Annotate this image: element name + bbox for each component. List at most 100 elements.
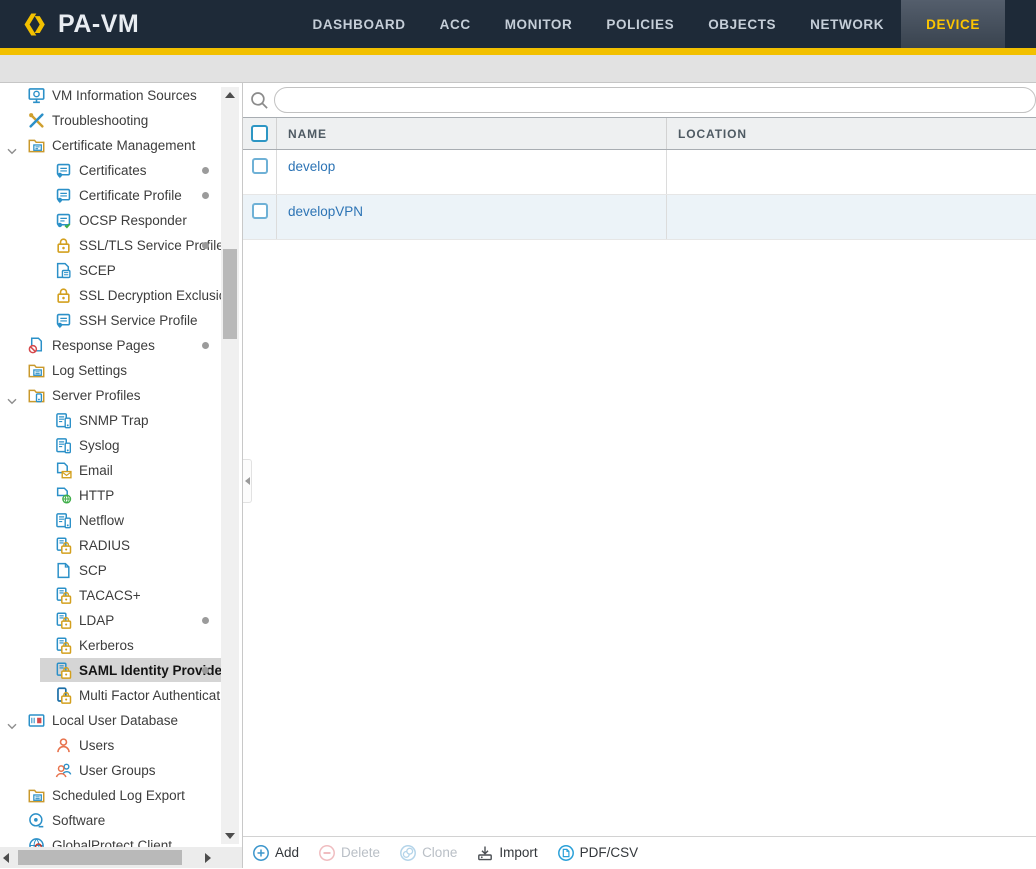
sidebar-item-email[interactable]: Email	[0, 458, 226, 483]
import-button[interactable]: Import	[476, 844, 537, 862]
scroll-down-arrow-icon[interactable]	[225, 833, 235, 839]
status-dot	[202, 192, 209, 199]
sidebar-item-http[interactable]: HTTP	[0, 483, 226, 508]
delete-button[interactable]: Delete	[318, 844, 380, 862]
sidebar-vertical-scrollbar[interactable]	[221, 87, 239, 844]
sidebar-item-label: Software	[52, 813, 105, 828]
vertical-scrollbar-thumb[interactable]	[223, 249, 237, 339]
table-header: NAME LOCATION	[243, 117, 1036, 150]
sidebar-item-netflow[interactable]: Netflow	[0, 508, 226, 533]
sidebar-item-snmp-trap[interactable]: SNMP Trap	[0, 408, 226, 433]
certificate-icon	[55, 162, 72, 179]
sidebar-item-certificates[interactable]: Certificates	[0, 158, 226, 183]
sidebar-item-ssl-decryption-exclusion[interactable]: SSL Decryption Exclusion	[0, 283, 226, 308]
server-page-icon	[55, 412, 72, 429]
sidebar-item-local-user-database[interactable]: Local User Database	[0, 708, 226, 733]
sidebar-item-ssh-service-profile[interactable]: SSH Service Profile	[0, 308, 226, 333]
profile-name-link[interactable]: developVPN	[288, 204, 363, 219]
row-name-cell: develop	[277, 150, 667, 194]
column-header-location: LOCATION	[678, 127, 747, 141]
sidebar-item-globalprotect-client[interactable]: GlobalProtect Client	[0, 833, 226, 847]
clone-button[interactable]: Clone	[399, 844, 457, 862]
chevron-down-icon[interactable]	[7, 392, 17, 410]
profile-name-link[interactable]: develop	[288, 159, 335, 174]
sidebar-item-users[interactable]: Users	[0, 733, 226, 758]
header-name-cell[interactable]: NAME	[277, 118, 667, 149]
tab-acc[interactable]: ACC	[423, 0, 488, 48]
table-row: develop	[243, 150, 1036, 195]
sidebar-item-log-settings[interactable]: Log Settings	[0, 358, 226, 383]
pdf-csv-button-label: PDF/CSV	[580, 845, 639, 860]
header-location-cell[interactable]: LOCATION	[667, 118, 1036, 149]
top-navbar: PA-VM DASHBOARD ACC MONITOR POLICIES OBJ…	[0, 0, 1036, 48]
tab-network[interactable]: NETWORK	[793, 0, 901, 48]
sidebar-item-software[interactable]: Software	[0, 808, 226, 833]
header-checkbox-cell	[243, 118, 277, 149]
horizontal-scrollbar-thumb[interactable]	[18, 850, 182, 865]
sidebar-item-radius[interactable]: RADIUS	[0, 533, 226, 558]
sidebar-item-vm-information-sources[interactable]: VM Information Sources	[0, 83, 226, 108]
pdf-csv-button[interactable]: PDF/CSV	[557, 844, 639, 862]
sidebar-item-ldap[interactable]: LDAP	[0, 608, 226, 633]
row-checkbox[interactable]	[252, 158, 268, 174]
sidebar-item-tacacs[interactable]: TACACS+	[0, 583, 226, 608]
tab-policies[interactable]: POLICIES	[589, 0, 691, 48]
scroll-left-arrow-icon[interactable]	[3, 853, 9, 863]
brand-logo: PA-VM	[22, 10, 139, 39]
sidebar-item-multi-factor-authentication[interactable]: Multi Factor Authentication	[0, 683, 226, 708]
page-icon	[55, 562, 72, 579]
add-button[interactable]: Add	[252, 844, 299, 862]
sidebar-item-scp[interactable]: SCP	[0, 558, 226, 583]
row-checkbox[interactable]	[252, 203, 268, 219]
chevron-down-icon[interactable]	[7, 717, 17, 735]
scroll-right-arrow-icon[interactable]	[205, 853, 211, 863]
server-lock-icon	[55, 537, 72, 554]
tab-device[interactable]: DEVICE	[901, 0, 1005, 48]
sidebar-item-kerberos[interactable]: Kerberos	[0, 633, 226, 658]
sidebar-horizontal-scrollbar[interactable]	[0, 847, 243, 868]
sidebar-item-saml-identity-provider[interactable]: SAML Identity Provider	[0, 658, 226, 683]
sidebar-item-ssl-tls-service-profile[interactable]: SSL/TLS Service Profile	[0, 233, 226, 258]
chevron-down-icon[interactable]	[7, 142, 17, 160]
row-checkbox-cell	[243, 150, 277, 194]
user-group-icon	[55, 762, 72, 779]
sidebar-item-scep[interactable]: SCEP	[0, 258, 226, 283]
main-panel: NAME LOCATION develop developVPN Add Del…	[243, 83, 1036, 868]
tab-dashboard[interactable]: DASHBOARD	[295, 0, 422, 48]
sidebar: VM Information Sources Troubleshooting C…	[0, 83, 243, 868]
tab-monitor[interactable]: MONITOR	[488, 0, 590, 48]
device-tree: VM Information Sources Troubleshooting C…	[0, 83, 226, 847]
disk-icon	[28, 812, 45, 829]
sidebar-item-label: SSH Service Profile	[79, 313, 198, 328]
folder-log-icon	[28, 362, 45, 379]
scroll-up-arrow-icon[interactable]	[225, 92, 235, 98]
clone-icon	[399, 844, 417, 862]
tools-icon	[28, 112, 45, 129]
sidebar-item-scheduled-log-export[interactable]: Scheduled Log Export	[0, 783, 226, 808]
sub-header-bar	[0, 55, 1036, 83]
main-nav: DASHBOARD ACC MONITOR POLICIES OBJECTS N…	[295, 0, 1005, 48]
sidebar-item-certificate-profile[interactable]: Certificate Profile	[0, 183, 226, 208]
sidebar-item-label: RADIUS	[79, 538, 130, 553]
user-icon	[55, 737, 72, 754]
select-all-checkbox[interactable]	[251, 125, 268, 142]
sidebar-item-troubleshooting[interactable]: Troubleshooting	[0, 108, 226, 133]
sidebar-item-user-groups[interactable]: User Groups	[0, 758, 226, 783]
sidebar-item-label: Server Profiles	[52, 388, 141, 403]
accent-bar	[0, 48, 1036, 55]
sidebar-item-certificate-management[interactable]: Certificate Management	[0, 133, 226, 158]
tab-objects[interactable]: OBJECTS	[691, 0, 793, 48]
server-lock-icon	[55, 587, 72, 604]
sidebar-item-server-profiles[interactable]: Server Profiles	[0, 383, 226, 408]
search-input[interactable]	[274, 87, 1036, 113]
id-card-icon	[28, 712, 45, 729]
sidebar-item-response-pages[interactable]: Response Pages	[0, 333, 226, 358]
certificate-icon	[55, 187, 72, 204]
server-lock-icon	[55, 612, 72, 629]
sidebar-item-ocsp-responder[interactable]: OCSP Responder	[0, 208, 226, 233]
sidebar-item-label: LDAP	[79, 613, 114, 628]
collapse-left-arrow-icon	[245, 477, 250, 485]
sidebar-collapse-handle[interactable]	[243, 459, 252, 503]
bottom-toolbar: Add Delete Clone Import PDF/CSV	[243, 836, 1036, 868]
sidebar-item-syslog[interactable]: Syslog	[0, 433, 226, 458]
